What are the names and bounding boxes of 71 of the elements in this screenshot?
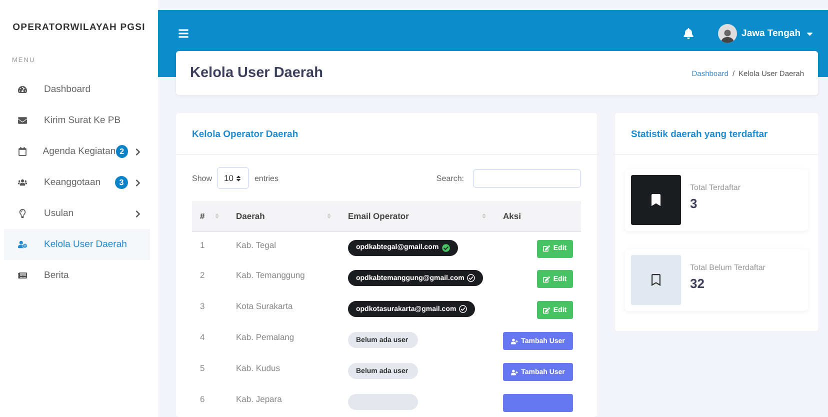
- card-title: Kelola Operator Daerah: [176, 113, 597, 155]
- table-cell: Kab. Tegal: [228, 231, 340, 262]
- column-header[interactable]: #: [192, 201, 228, 231]
- sidebar-item[interactable]: Dashboard: [4, 74, 150, 105]
- sidebar-item-label: Berita: [44, 270, 70, 281]
- bell-icon[interactable]: [682, 28, 694, 39]
- sidebar-item[interactable]: Agenda Kegiatan 2: [4, 136, 150, 167]
- verified-check-icon: [442, 244, 450, 252]
- column-header: Aksi: [495, 201, 581, 231]
- search-field[interactable]: [473, 168, 581, 188]
- table-cell-text: 2: [199, 269, 206, 282]
- table-cell-text: 4: [199, 331, 206, 344]
- sidebar-item[interactable]: Kirim Surat Ke PB: [4, 105, 150, 136]
- sidebar-item-label: Kelola User Daerah: [44, 239, 128, 250]
- table-cell-text: Kota Surakarta: [235, 300, 294, 313]
- sidebar-item-label: Keanggotaan: [44, 177, 102, 188]
- user-plus-icon: [511, 368, 518, 376]
- sort-arrows-icon: [235, 174, 242, 182]
- bookmark-icon: [650, 194, 662, 206]
- column-header[interactable]: Email Operator: [340, 201, 495, 231]
- sidebar-item-label: Agenda Kegiatan: [42, 146, 116, 157]
- stat-label: Total Belum Terdaftar: [690, 263, 766, 272]
- table-cell-text: 3: [199, 300, 206, 313]
- user-plus-icon: [511, 338, 518, 344]
- bookmark-icon: [650, 274, 662, 286]
- table-cell-text: 5: [199, 362, 206, 375]
- search-label: Search:: [436, 174, 464, 182]
- table-cell-text: Kab. Pemalang: [235, 331, 296, 344]
- edit-icon: [543, 276, 550, 282]
- stat-label: Total Terdaftar: [690, 183, 741, 192]
- menu-icon[interactable]: [178, 28, 189, 39]
- sidebar-item-label: Kirim Surat Ke PB: [44, 115, 122, 126]
- users-icon: [18, 178, 27, 187]
- brand-title: OPERATORWILAYAH PGSI: [12, 22, 146, 33]
- entries-select[interactable]: 10: [217, 167, 250, 189]
- sidebar-item[interactable]: Kelola User Daerah: [4, 229, 150, 260]
- table-cell-text: Kab. Temanggung: [235, 269, 306, 282]
- stat-value: 32: [690, 276, 706, 291]
- sidebar-item-label: Usulan: [44, 208, 75, 219]
- newspaper-icon: [18, 271, 27, 280]
- user-gear-icon: [18, 240, 27, 249]
- table-cell-text: Kab. Jepara: [235, 393, 283, 406]
- sort-icon: [481, 212, 487, 219]
- sidebar-item-label: Dashboard: [44, 84, 92, 95]
- envelope-icon: [18, 116, 27, 125]
- sidebar-item[interactable]: Berita: [4, 260, 150, 291]
- show-label: Show: [192, 174, 212, 182]
- gauge-icon: [18, 85, 27, 94]
- check-icon: [459, 305, 468, 313]
- page-title: Kelola User Daerah: [190, 65, 324, 81]
- edit-icon: [543, 306, 550, 314]
- count-badge: 3: [115, 176, 128, 189]
- column-header[interactable]: Daerah: [228, 201, 340, 231]
- check-icon: [467, 274, 476, 282]
- edit-icon: [543, 245, 550, 252]
- table-cell-text: 6: [199, 393, 206, 406]
- sort-icon: [214, 212, 220, 219]
- count-badge: 2: [116, 145, 128, 158]
- sort-icon: [326, 212, 332, 219]
- sidebar-item[interactable]: Keanggotaan 3: [4, 167, 150, 198]
- avatar-icon: [718, 24, 737, 43]
- user-menu[interactable]: Jawa Tengah: [742, 28, 814, 39]
- sidebar-item[interactable]: Usulan: [4, 198, 150, 229]
- stat-value: 3: [690, 196, 698, 211]
- calendar-icon: [18, 147, 27, 156]
- table-cell-text: Kab. Kudus: [235, 362, 281, 375]
- entries-label: entries: [254, 174, 278, 182]
- lightbulb-icon: [18, 209, 27, 218]
- table-cell: 1: [192, 231, 228, 262]
- status-pill: [348, 394, 418, 410]
- card-title: Statistik daerah yang terdaftar: [615, 113, 818, 155]
